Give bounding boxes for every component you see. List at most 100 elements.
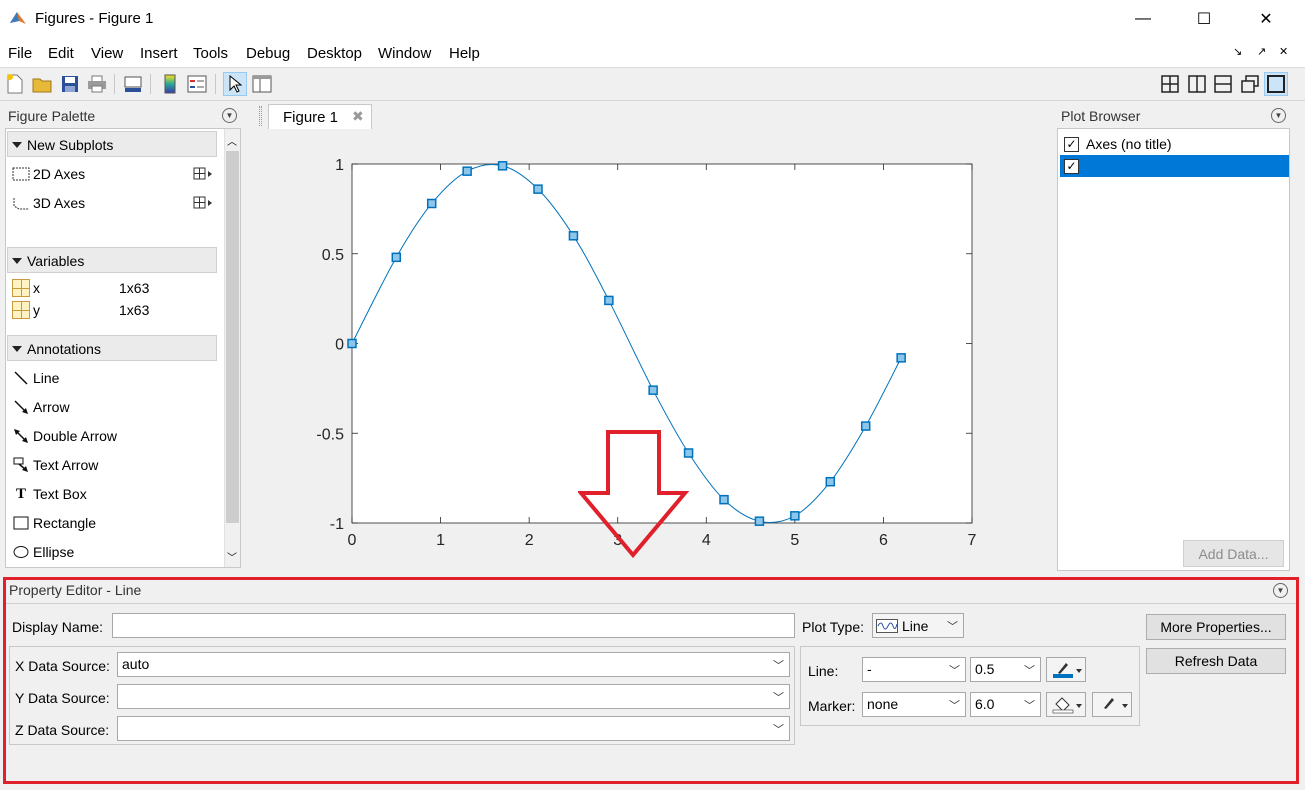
z-data-source-combo[interactable]: ﹀ (117, 716, 790, 741)
tab-grip-icon (259, 106, 262, 126)
palette-scroll-thumb[interactable] (226, 151, 239, 523)
close-figure-icon[interactable]: ✕ (1279, 45, 1288, 58)
x-data-source-combo[interactable]: auto ﹀ (117, 652, 790, 677)
data-point-marker[interactable] (533, 184, 543, 194)
menu-tools[interactable]: Tools (193, 45, 228, 62)
legend-button[interactable] (185, 72, 209, 96)
section-annotations[interactable]: Annotations (7, 335, 217, 361)
new-figure-button[interactable] (3, 72, 27, 96)
data-point-marker[interactable] (462, 166, 472, 176)
annotation-text-arrow[interactable]: Text Arrow (11, 456, 98, 474)
annotation-label: Double Arrow (33, 428, 118, 444)
link-plot-button[interactable] (121, 72, 145, 96)
colorbar-button[interactable] (158, 72, 182, 96)
data-point-marker[interactable] (754, 516, 765, 526)
x-data-source-label: X Data Source: (15, 658, 110, 674)
minimize-button[interactable]: — (1120, 0, 1166, 38)
data-point-marker[interactable] (790, 511, 800, 521)
plot-type-combo[interactable]: Line ﹀ (872, 613, 964, 638)
layout-grid-button[interactable] (1158, 72, 1182, 96)
data-point-marker[interactable] (568, 231, 579, 241)
scroll-up-icon[interactable]: ︿ (227, 133, 237, 148)
ellipse-tool-icon (11, 543, 31, 561)
palette-item-2d-axes[interactable]: 2D Axes (11, 165, 85, 183)
menu-help[interactable]: Help (449, 45, 480, 62)
x-tick-label: 4 (702, 532, 711, 549)
line-width-combo[interactable]: 0.5 ﹀ (970, 657, 1041, 682)
save-button[interactable] (58, 72, 82, 96)
scroll-down-icon[interactable]: ﹀ (227, 549, 237, 564)
variable-y[interactable]: y (11, 301, 40, 319)
section-new-subplots[interactable]: New Subplots (7, 131, 217, 157)
menu-debug[interactable]: Debug (246, 45, 290, 62)
annotation-rectangle[interactable]: Rectangle (11, 514, 96, 532)
open-button[interactable] (30, 72, 54, 96)
float-window-button[interactable] (1238, 72, 1262, 96)
undock-arrow-icon[interactable]: ↘ (1233, 45, 1242, 58)
data-point-marker[interactable] (719, 494, 729, 505)
marker-size-combo[interactable]: 6.0 ﹀ (970, 692, 1041, 717)
data-point-marker[interactable] (825, 476, 836, 487)
menu-edit[interactable]: Edit (48, 45, 74, 62)
palette-item-label: 3D Axes (33, 195, 86, 211)
layout-columns-button[interactable] (1185, 72, 1209, 96)
maximize-button[interactable]: ☐ (1181, 0, 1227, 38)
data-point-marker[interactable] (648, 385, 658, 395)
close-window-button[interactable]: ✕ (1243, 0, 1289, 38)
data-point-marker[interactable] (860, 421, 871, 431)
property-editor-toggle-button[interactable] (250, 72, 274, 96)
checkbox-checked-icon[interactable]: ✓ (1064, 136, 1079, 152)
marker-fill-button[interactable] (1046, 692, 1086, 717)
data-point-marker[interactable] (347, 338, 357, 349)
layout-rows-button[interactable] (1211, 72, 1235, 96)
edit-plot-button[interactable] (223, 72, 247, 96)
more-properties-button[interactable]: More Properties... (1146, 614, 1286, 640)
data-point-marker[interactable] (604, 295, 614, 306)
menu-bar: File Edit View Insert Tools Debug Deskto… (0, 38, 1305, 68)
data-point-marker[interactable] (391, 252, 402, 263)
annotation-double-arrow[interactable]: Double Arrow (11, 427, 117, 445)
display-name-field[interactable] (112, 613, 795, 638)
palette-item-3d-axes[interactable]: 3D Axes (11, 194, 85, 212)
annotation-text-box[interactable]: T Text Box (11, 485, 87, 503)
print-button[interactable] (85, 72, 109, 96)
y-data-source-combo[interactable]: ﹀ (117, 684, 790, 709)
marker-style-combo[interactable]: none ﹀ (862, 692, 966, 717)
refresh-data-button[interactable]: Refresh Data (1146, 648, 1286, 674)
marker-edge-button[interactable] (1092, 692, 1132, 717)
line-style-combo[interactable]: - ﹀ (862, 657, 966, 682)
annotation-label: Ellipse (33, 544, 75, 560)
data-point-marker[interactable] (426, 198, 437, 209)
grid-layout-icon[interactable] (193, 167, 213, 184)
chevron-down-icon: ﹀ (773, 660, 784, 672)
collapse-plot-browser-icon[interactable]: ▼ (1271, 108, 1286, 123)
menu-file[interactable]: File (8, 45, 32, 62)
menu-view[interactable]: View (91, 45, 123, 62)
line-color-button[interactable] (1046, 657, 1086, 682)
collapse-property-editor-icon[interactable]: ▼ (1273, 583, 1288, 598)
annotation-arrow[interactable]: Arrow (11, 398, 70, 416)
add-data-button[interactable]: Add Data... (1183, 540, 1284, 567)
variable-x[interactable]: x (11, 279, 40, 297)
plot-browser-item-axes[interactable]: ✓ Axes (no title) (1060, 133, 1289, 155)
menu-insert[interactable]: Insert (140, 45, 178, 62)
menu-desktop[interactable]: Desktop (307, 45, 362, 62)
section-variables[interactable]: Variables (7, 247, 217, 273)
collapse-palette-icon[interactable]: ▼ (222, 108, 237, 123)
maximize-figure-button[interactable] (1264, 72, 1288, 96)
annotation-ellipse[interactable]: Ellipse (11, 543, 74, 561)
text-arrow-tool-icon (11, 456, 31, 474)
section-label: Variables (27, 253, 85, 269)
data-point-marker[interactable] (497, 161, 508, 171)
grid-layout-icon[interactable] (193, 196, 213, 213)
colorbar-icon (164, 74, 176, 94)
dock-arrow-icon[interactable]: ↗ (1257, 45, 1266, 58)
plot-browser-item-line[interactable]: ✓ (1060, 155, 1289, 177)
data-point-marker[interactable] (896, 353, 906, 363)
close-tab-icon[interactable]: ✖ (352, 108, 364, 125)
annotation-line[interactable]: Line (11, 369, 59, 387)
checkbox-checked-icon[interactable]: ✓ (1064, 158, 1079, 174)
menu-window[interactable]: Window (378, 45, 431, 62)
toolbar (0, 68, 1305, 101)
link-plot-icon (124, 76, 142, 92)
